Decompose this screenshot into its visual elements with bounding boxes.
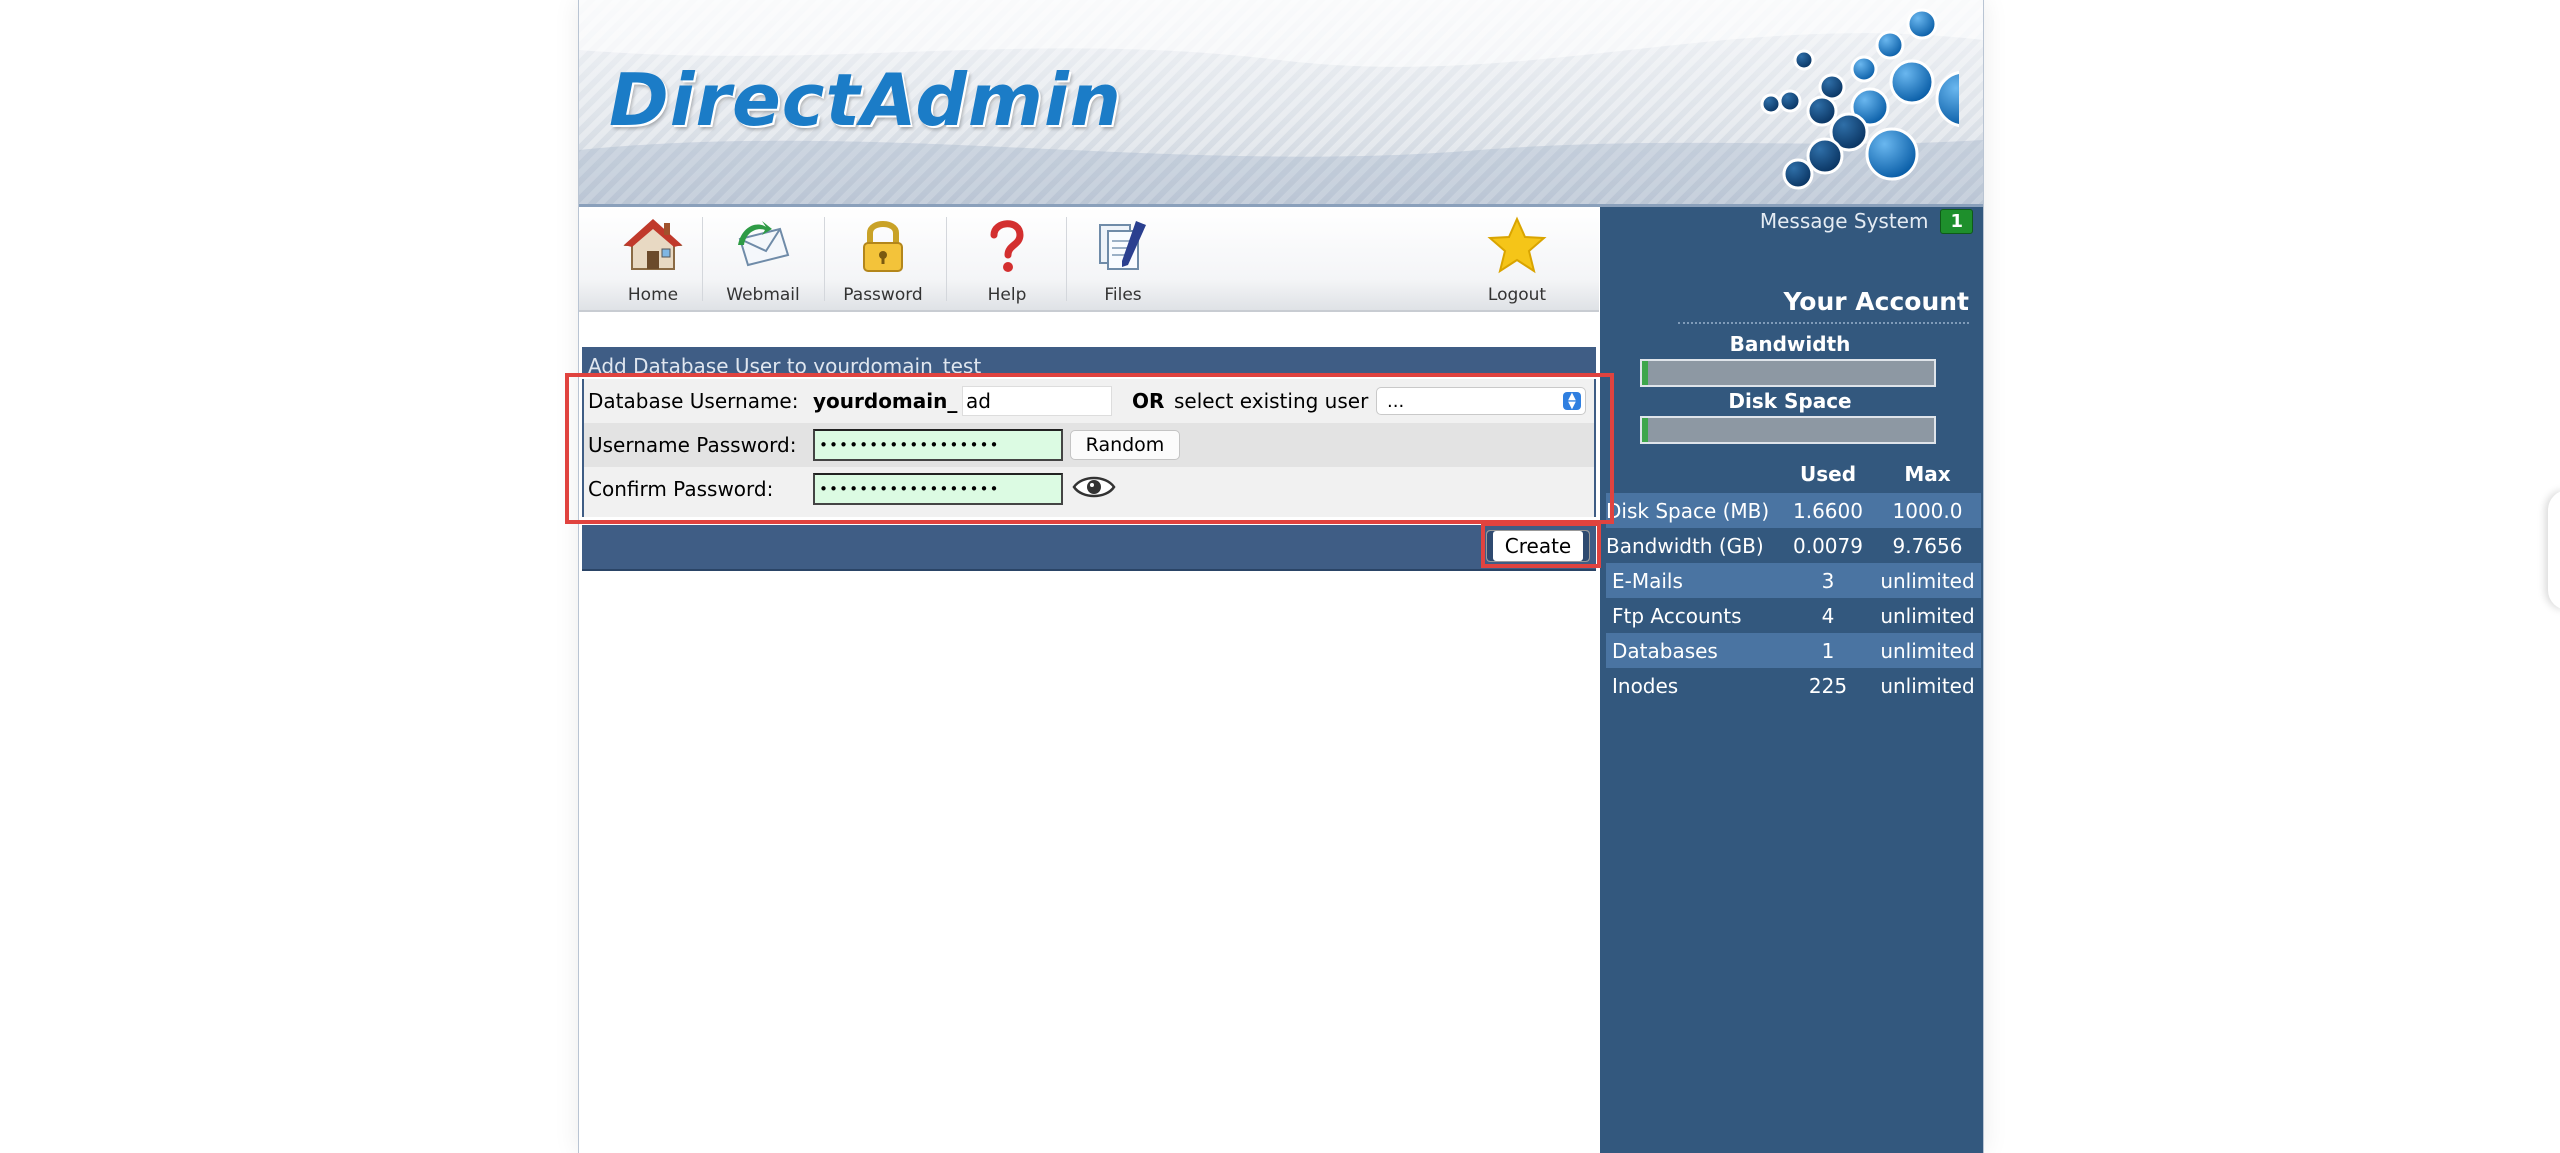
stats-header-row: Used Max: [1606, 455, 1981, 493]
disk-usage-fill: [1642, 418, 1648, 442]
stats-header-max: Max: [1904, 462, 1951, 486]
confirm-password-row: Confirm Password: ••••••••••••••••••: [584, 467, 1594, 511]
home-icon: [623, 219, 683, 270]
nav-label-logout: Logout: [1487, 285, 1547, 305]
stats-row-used: 1.6600: [1782, 493, 1874, 528]
random-password-button[interactable]: Random: [1070, 430, 1180, 460]
stats-row-label: Ftp Accounts: [1612, 603, 1742, 628]
bandwidth-usage-fill: [1642, 361, 1648, 385]
stats-row-used: 3: [1782, 563, 1874, 598]
stats-row-max: unlimited: [1874, 633, 1981, 668]
confirm-password-input[interactable]: ••••••••••••••••••: [813, 473, 1063, 505]
or-label: OR: [1132, 389, 1165, 413]
stats-row-ftp: Ftp Accounts 4 unlimited: [1606, 598, 1981, 633]
stats-row-max: unlimited: [1880, 603, 1975, 628]
username-row: Database Username: yourdomain_ OR select…: [584, 379, 1594, 423]
create-button[interactable]: Create: [1486, 530, 1590, 562]
stats-row-used: 1: [1782, 633, 1874, 668]
stats-row-used: 0.0079: [1793, 533, 1863, 558]
disk-space-label: Disk Space: [1728, 389, 1852, 413]
nav-webmail[interactable]: Webmail: [713, 207, 813, 310]
nav-divider: [702, 217, 703, 301]
stats-row-max: 9.7656: [1892, 533, 1963, 558]
stats-header-used: Used: [1799, 462, 1857, 486]
password-input[interactable]: ••••••••••••••••••: [813, 429, 1063, 461]
nav-label-files: Files: [1104, 285, 1142, 305]
stats-row-max: unlimited: [1880, 673, 1975, 698]
stats-row-used: 225: [1808, 673, 1848, 698]
existing-user-select[interactable]: ... ▲ ▼: [1376, 387, 1586, 415]
stats-row-max: 1000.0: [1874, 493, 1981, 528]
form-footer-bar: Create: [582, 525, 1596, 571]
form-title: Add Database User to yourdomain_test: [588, 354, 982, 375]
usage-stats-table: Used Max Disk Space (MB) 1.6600 1000.0 B…: [1606, 455, 1981, 703]
disk-usage-bar: [1640, 416, 1936, 444]
stats-row-databases: Databases 1 unlimited: [1606, 633, 1981, 668]
stats-row-emails: E-Mails 3 unlimited: [1606, 563, 1981, 598]
directadmin-logo[interactable]: DirectAdmin: [609, 58, 1122, 142]
nav-label-home: Home: [627, 285, 679, 305]
stats-row-inodes: Inodes 225 unlimited: [1606, 668, 1981, 703]
confirm-password-label: Confirm Password:: [588, 477, 774, 501]
nav-logout[interactable]: Logout: [1467, 207, 1567, 310]
username-input[interactable]: [962, 386, 1112, 416]
nav-divider: [946, 217, 947, 301]
your-account-heading: Your Account: [1783, 287, 1969, 316]
stats-row-used: 4: [1821, 603, 1835, 628]
message-count-badge[interactable]: 1: [1940, 208, 1973, 234]
select-existing-label: select existing user: [1174, 389, 1369, 413]
header-banner: DirectAdmin: [579, 0, 1983, 207]
nav-label-webmail: Webmail: [726, 285, 800, 305]
nav-label-help: Help: [987, 285, 1027, 305]
add-db-user-form: Database Username: yourdomain_ OR select…: [582, 379, 1596, 517]
stats-row-label: Bandwidth (GB): [1606, 533, 1764, 558]
nav-password[interactable]: Password: [833, 207, 933, 310]
files-icon: [1099, 221, 1146, 270]
select-arrows-icon: ▲ ▼: [1563, 392, 1581, 411]
form-title-bar: Add Database User to yourdomain_test: [582, 347, 1596, 375]
password-label: Username Password:: [588, 433, 797, 457]
existing-user-value: ...: [1387, 390, 1405, 412]
star-icon: [1487, 216, 1547, 274]
nav-home[interactable]: Home: [603, 207, 703, 310]
username-label: Database Username:: [588, 389, 799, 413]
nav-divider: [1066, 217, 1067, 301]
nav-files[interactable]: Files: [1073, 207, 1173, 310]
bandwidth-usage-bar: [1640, 359, 1936, 387]
stats-row-max: unlimited: [1874, 563, 1981, 598]
stats-row-label: E-Mails: [1606, 563, 1782, 598]
message-system-label: Message System: [1759, 209, 1929, 233]
lock-icon: [863, 221, 903, 272]
page-container: DirectAdmin Home Webmail Password Help F…: [565, 0, 1984, 1153]
stats-header-blank: [1606, 455, 1782, 493]
stats-row-label: Disk Space (MB): [1606, 493, 1782, 528]
nav-divider: [824, 217, 825, 301]
account-divider: [1678, 322, 1969, 324]
stats-row-label: Inodes: [1612, 673, 1679, 698]
main-toolbar: Home Webmail Password Help Files Logout: [579, 207, 1599, 312]
stats-row-bandwidth: Bandwidth (GB) 0.0079 9.7656: [1606, 528, 1981, 563]
message-system-link[interactable]: Message System 1: [1760, 207, 1973, 235]
eye-icon[interactable]: [1072, 473, 1116, 501]
nav-help[interactable]: Help: [957, 207, 1057, 310]
nav-label-password: Password: [843, 285, 923, 305]
logo-bubbles-graphic: [1760, 8, 1959, 190]
webmail-icon: [738, 221, 790, 267]
password-row: Username Password: •••••••••••••••••• Ra…: [584, 423, 1594, 467]
stats-row-disk: Disk Space (MB) 1.6600 1000.0: [1606, 493, 1981, 528]
question-icon: [990, 220, 1024, 272]
edge-shadow: [2548, 490, 2560, 610]
bandwidth-label: Bandwidth: [1729, 332, 1851, 356]
stats-row-label: Databases: [1606, 633, 1782, 668]
username-prefix: yourdomain_: [813, 389, 958, 413]
account-sidebar: Message System 1 Your Account Bandwidth …: [1600, 207, 1983, 1153]
